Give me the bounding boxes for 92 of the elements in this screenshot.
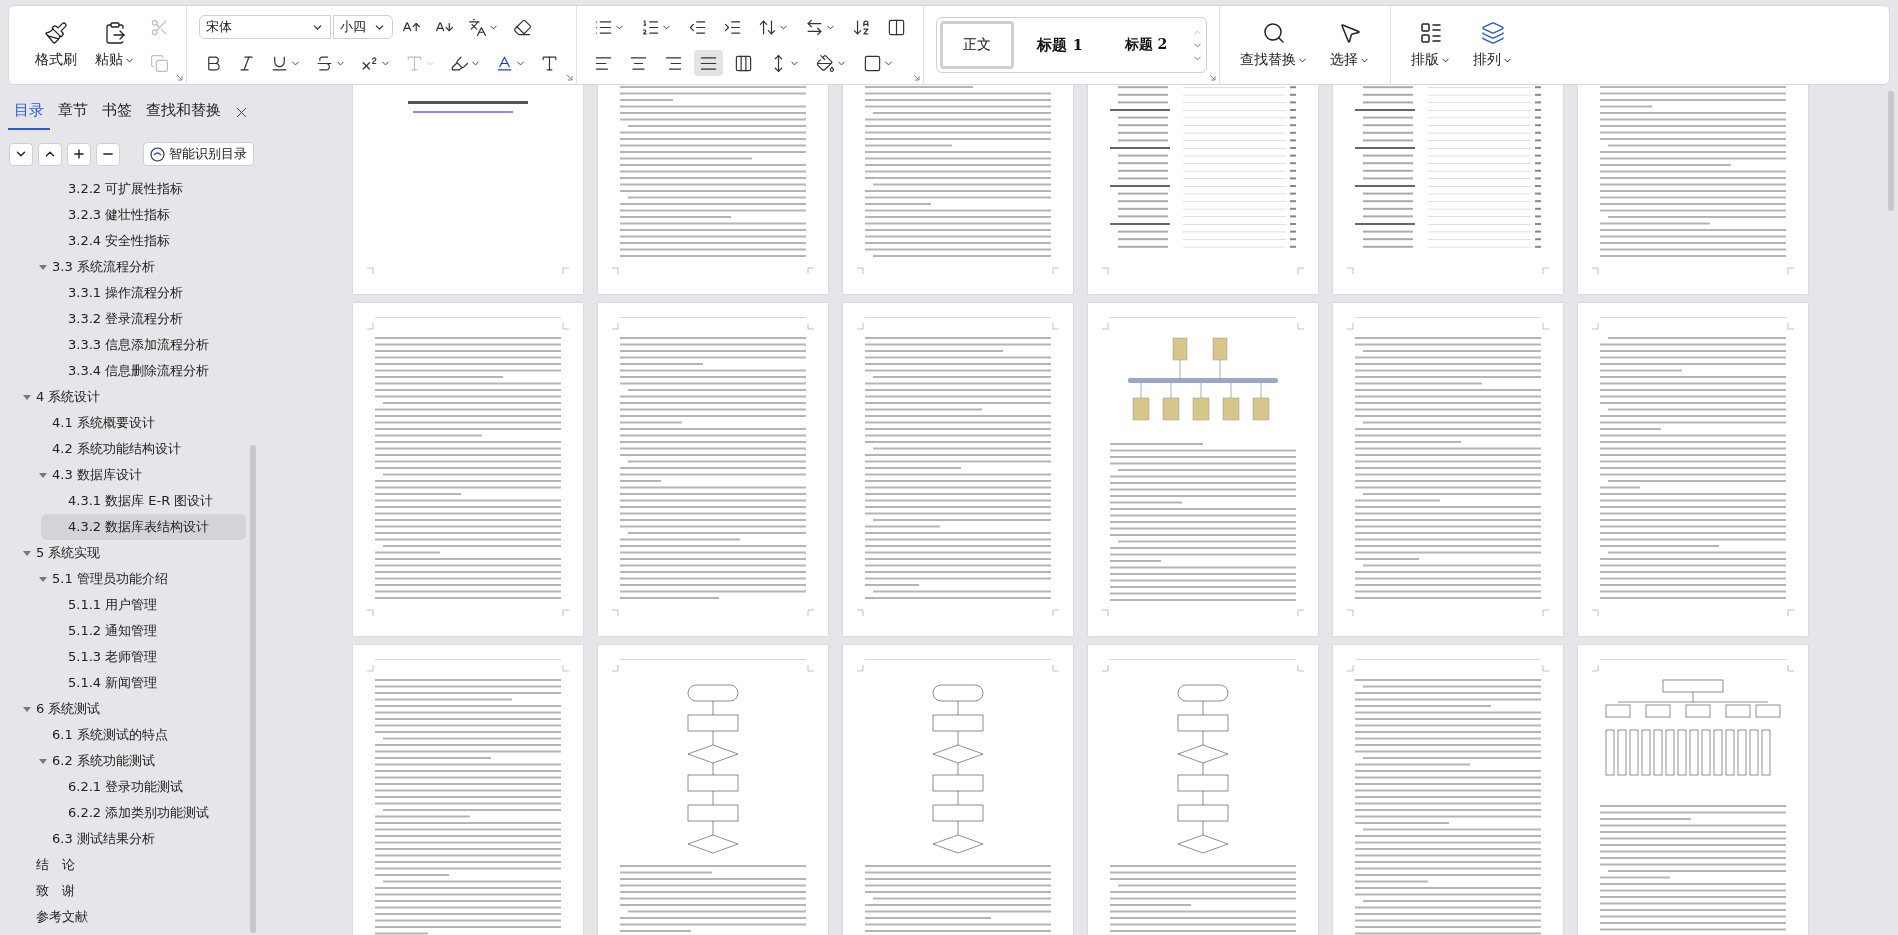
dialog-launcher-icon[interactable] xyxy=(913,74,920,81)
border-icon xyxy=(863,53,882,73)
plus-icon xyxy=(72,147,86,161)
eraser-icon xyxy=(513,17,532,37)
toc-item[interactable]: 6.2.2 添加类别功能测试 xyxy=(0,800,246,826)
distributed-icon xyxy=(734,53,753,73)
expanded-triangle-icon[interactable] xyxy=(38,470,48,480)
toc-item[interactable]: 3.2.3 健壮性指标 xyxy=(0,202,246,228)
document-page[interactable] xyxy=(842,303,1073,636)
layers-icon xyxy=(1481,21,1505,45)
document-page[interactable] xyxy=(352,303,583,636)
toc-item[interactable]: 3.3 系统流程分析 xyxy=(0,254,246,280)
toc-item[interactable]: 6.1 系统测试的特点 xyxy=(0,722,246,748)
document-page[interactable] xyxy=(1577,303,1808,636)
toc-item[interactable]: 6.2.1 登录功能测试 xyxy=(0,774,246,800)
font-color-icon xyxy=(495,53,514,73)
dialog-launcher-icon[interactable] xyxy=(1209,74,1216,81)
toc-item[interactable]: 致 谢 xyxy=(0,878,246,904)
toc-item[interactable]: 3.2.4 安全性指标 xyxy=(0,228,246,254)
paintbrush-icon xyxy=(44,21,68,45)
toc-item[interactable]: 5 系统实现 xyxy=(0,540,246,566)
style-item[interactable]: 正文 xyxy=(940,21,1014,69)
document-page[interactable] xyxy=(1332,645,1563,935)
document-page[interactable] xyxy=(1577,645,1808,935)
down-button[interactable] xyxy=(9,142,33,166)
smart-toc-button[interactable]: 智能识别目录 xyxy=(143,142,254,166)
document-page[interactable] xyxy=(352,645,583,935)
scrollbar[interactable] xyxy=(1888,91,1894,211)
search-icon xyxy=(1262,21,1286,45)
arrange-tool-button[interactable]: 排列 xyxy=(1465,17,1521,73)
document-page[interactable] xyxy=(1332,303,1563,636)
toc-item[interactable]: 6.3 测试结果分析 xyxy=(0,826,246,852)
toc-item[interactable]: 结 论 xyxy=(0,852,246,878)
format-painter-button[interactable]: 格式刷 xyxy=(27,17,85,73)
toc-item[interactable]: 5.1.1 用户管理 xyxy=(0,592,246,618)
copy-icon xyxy=(150,53,169,73)
font-size-select[interactable]: 小四 xyxy=(333,15,393,39)
sidebar-tab[interactable]: 章节 xyxy=(52,95,94,130)
toc-item[interactable]: 5.1.4 新闻管理 xyxy=(0,670,246,696)
sidebar-tab[interactable]: 查找和替换 xyxy=(140,95,227,130)
font-name-select[interactable]: 宋体 xyxy=(199,15,331,39)
toc-item[interactable]: 4.2 系统功能结构设计 xyxy=(0,436,246,462)
dialog-launcher-icon[interactable] xyxy=(176,74,183,81)
expanded-triangle-icon[interactable] xyxy=(38,574,48,584)
scissors-icon xyxy=(150,17,169,37)
justify-button[interactable] xyxy=(694,50,723,76)
layout-tool-button[interactable]: 排版 xyxy=(1403,17,1459,73)
toc-item[interactable]: 3.3.4 信息删除流程分析 xyxy=(0,358,246,384)
text-direction-icon xyxy=(758,17,777,37)
swap-icon xyxy=(805,17,824,37)
toc-item[interactable]: 3.3.3 信息添加流程分析 xyxy=(0,332,246,358)
expanded-triangle-icon[interactable] xyxy=(38,262,48,272)
toc-item[interactable]: 参考文献 xyxy=(0,904,246,930)
select-tool-button[interactable]: 选择 xyxy=(1322,17,1378,73)
toc-item[interactable]: 4.3 数据库设计 xyxy=(0,462,246,488)
toc-item[interactable]: 4.1 系统概要设计 xyxy=(0,410,246,436)
toc-item[interactable]: 4 系统设计 xyxy=(0,384,246,410)
document-page[interactable] xyxy=(842,645,1073,935)
toc-item[interactable]: 3.3.1 操作流程分析 xyxy=(0,280,246,306)
toc-item[interactable]: 6 系统测试 xyxy=(0,696,246,722)
layout-icon xyxy=(1419,21,1443,45)
toc-item[interactable]: 3.3.2 登录流程分析 xyxy=(0,306,246,332)
paint-bucket-icon xyxy=(816,53,835,73)
toc-item[interactable]: 5.1.2 通知管理 xyxy=(0,618,246,644)
toc-item[interactable]: 3.2.2 可扩展性指标 xyxy=(0,176,246,202)
document-page[interactable] xyxy=(597,645,828,935)
expanded-triangle-icon[interactable] xyxy=(38,756,48,766)
toc-item[interactable]: 6.2 系统功能测试 xyxy=(0,748,246,774)
minus-button[interactable] xyxy=(96,142,120,166)
toc-item[interactable]: 5.1.3 老师管理 xyxy=(0,644,246,670)
document-page[interactable] xyxy=(1087,303,1318,636)
plus-button[interactable] xyxy=(67,142,91,166)
paste-button[interactable]: 粘贴 xyxy=(87,17,143,73)
clipboard-icon xyxy=(103,21,127,45)
toc-item[interactable]: 4.3.1 数据库 E-R 图设计 xyxy=(0,488,246,514)
document-page[interactable] xyxy=(597,303,828,636)
up-button[interactable] xyxy=(38,142,62,166)
expanded-triangle-icon[interactable] xyxy=(22,548,32,558)
search-tool-button[interactable]: 查找替换 xyxy=(1232,17,1316,73)
dialog-launcher-icon[interactable] xyxy=(566,74,573,81)
columns-icon xyxy=(887,17,906,37)
sidebar-tab[interactable]: 书签 xyxy=(96,95,138,130)
toc-item[interactable]: 4.3.2 数据库表结构设计 xyxy=(41,514,246,540)
toc-item[interactable]: 5.1 管理员功能介绍 xyxy=(0,566,246,592)
smart-recognize-icon xyxy=(150,146,165,162)
expanded-triangle-icon[interactable] xyxy=(22,704,32,714)
document-page[interactable] xyxy=(1087,645,1318,935)
pointer-icon xyxy=(1338,21,1362,45)
sidebar-tab[interactable]: 目录 xyxy=(8,95,50,130)
phonetic-icon xyxy=(468,17,487,37)
expanded-triangle-icon[interactable] xyxy=(22,392,32,402)
scrollbar[interactable] xyxy=(250,445,256,933)
